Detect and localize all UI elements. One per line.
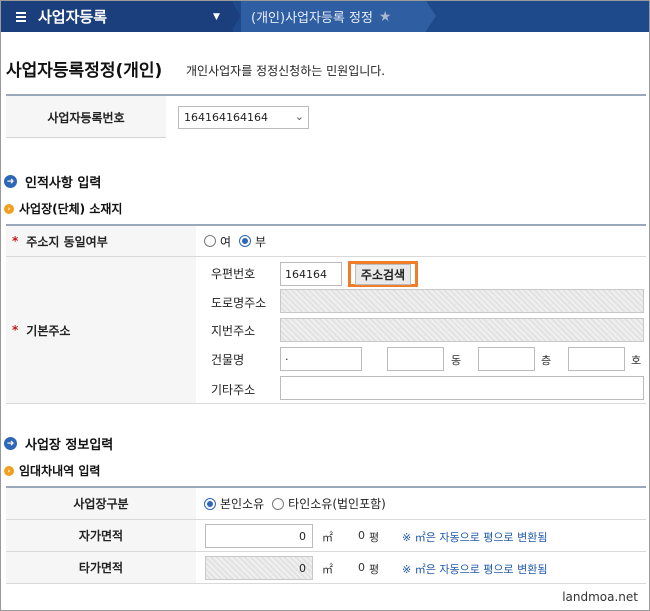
arrow-circle-icon: ➜ <box>4 175 17 188</box>
menu-dropdown[interactable]: 사업자등록 ▼ <box>1 1 233 32</box>
subsection-location-header: › 사업장(단체) 소재지 <box>4 200 122 217</box>
arrow-circle-icon: ➜ <box>4 437 17 450</box>
breadcrumb-separator <box>426 1 436 31</box>
arrow-dot-icon: › <box>4 465 14 476</box>
business-type-header: 사업장구분 <box>6 488 196 519</box>
location-table: * 주소지 동일여부 여 부 * 기본주소 우편번호 164164 주소검색 도… <box>6 224 646 404</box>
radio-label: 부 <box>255 234 267 249</box>
radio-label: 본인소유 <box>220 497 265 511</box>
lot-address-label: 지번주소 <box>211 324 256 338</box>
building-floor-input[interactable] <box>478 347 535 371</box>
watermark: landmoa.net <box>562 590 638 604</box>
page-title: 사업자등록정정(개인) <box>6 61 163 81</box>
own-area-fields: 0 ㎡ 0 평 ※ ㎡은 자동으로 평으로 변환됨 <box>196 520 646 551</box>
road-address-input <box>280 289 644 313</box>
required-asterisk: * <box>12 234 19 248</box>
same-address-row: * 주소지 동일여부 여 부 <box>6 226 646 257</box>
postal-code-input[interactable]: 164164 <box>280 262 342 286</box>
radio-own-property[interactable]: 본인소유 <box>204 495 264 512</box>
own-area-hint: ※ ㎡은 자동으로 평으로 변환됨 <box>402 531 548 544</box>
section-business-title: 사업장 정보입력 <box>25 438 114 453</box>
radio-label: 여 <box>220 234 232 249</box>
other-area-header: 타가면적 <box>6 552 196 583</box>
other-area-input: 0 <box>205 556 313 580</box>
caret-down-icon[interactable]: ▼ <box>213 12 220 22</box>
postal-code-label: 우편번호 <box>211 267 256 281</box>
business-number-select[interactable]: 164164164164 ⌄ <box>178 106 309 129</box>
own-area-m2-unit: ㎡ <box>322 531 333 544</box>
radio-label: 타인소유(법인포함) <box>288 497 386 511</box>
business-number-label: 사업자등록번호 <box>47 110 125 125</box>
radio-circle-selected[interactable] <box>204 497 216 510</box>
top-navigation-bar: 사업자등록 ▼ (개인)사업자등록 정정 ★ <box>1 1 649 32</box>
building-room-input[interactable] <box>568 347 625 371</box>
building-name-label: 건물명 <box>211 353 245 367</box>
building-dong-input[interactable] <box>387 347 444 371</box>
other-area-row: 타가면적 0 ㎡ 0 평 ※ ㎡은 자동으로 평으로 변환됨 <box>6 552 646 584</box>
own-area-pyeong-unit: 평 <box>369 531 380 544</box>
section-personal-title: 인적사항 입력 <box>25 176 102 191</box>
other-area-m2-unit: ㎡ <box>322 563 333 576</box>
base-address-fields: 우편번호 164164 주소검색 도로명주소 지번주소 건물명 · 동 층 호 … <box>196 257 646 403</box>
floor-unit: 층 <box>541 354 552 367</box>
other-area-pyeong-unit: 평 <box>369 563 380 576</box>
lot-address-input <box>280 318 644 342</box>
road-address-label: 도로명주소 <box>211 296 267 310</box>
section-business-header: ➜ 사업장 정보입력 <box>4 434 113 453</box>
building-name-input[interactable]: · <box>280 347 362 371</box>
same-address-label: 주소지 동일여부 <box>26 234 108 249</box>
base-address-header: * 기본주소 <box>6 257 196 403</box>
radio-circle[interactable] <box>272 497 285 510</box>
breadcrumb: (개인)사업자등록 정정 ★ <box>241 1 426 32</box>
subsection-lease-header: › 임대차내역 입력 <box>4 462 100 479</box>
business-type-options: 본인소유 타인소유(법인포함) <box>196 488 646 519</box>
subsection-lease-title: 임대차내역 입력 <box>19 464 101 478</box>
business-number-selected: 164164164164 <box>184 111 268 124</box>
breadcrumb-current: (개인)사업자등록 정정 <box>251 11 373 26</box>
hamburger-icon[interactable] <box>16 11 26 22</box>
business-number-row: 사업자등록번호 164164164164 ⌄ <box>6 94 646 138</box>
own-area-row: 자가면적 0 ㎡ 0 평 ※ ㎡은 자동으로 평으로 변환됨 <box>6 520 646 552</box>
address-search-button[interactable]: 주소검색 <box>348 261 418 287</box>
own-area-pyeong-value: 0 <box>358 529 365 542</box>
arrow-dot-icon: › <box>4 203 14 214</box>
same-address-options: 여 부 <box>196 226 646 256</box>
base-address-row: * 기본주소 우편번호 164164 주소검색 도로명주소 지번주소 건물명 ·… <box>6 257 646 404</box>
radio-same-yes[interactable]: 여 <box>204 233 231 250</box>
star-icon[interactable]: ★ <box>379 9 392 25</box>
dong-unit: 동 <box>451 354 462 367</box>
radio-circle-selected[interactable] <box>239 235 252 247</box>
address-search-label: 주소검색 <box>354 263 412 285</box>
page-description: 개인사업자를 정정신청하는 민원입니다. <box>186 64 386 78</box>
radio-other-property[interactable]: 타인소유(법인포함) <box>272 495 386 512</box>
own-area-header: 자가면적 <box>6 520 196 551</box>
chevron-down-icon: ⌄ <box>294 110 304 123</box>
breadcrumb-separator <box>231 1 241 31</box>
radio-circle[interactable] <box>204 235 216 247</box>
business-type-row: 사업장구분 본인소유 타인소유(법인포함) <box>6 488 646 520</box>
other-area-pyeong-value: 0 <box>358 561 365 574</box>
section-personal-header: ➜ 인적사항 입력 <box>4 172 101 191</box>
subsection-location-title: 사업장(단체) 소재지 <box>19 202 123 216</box>
required-asterisk: * <box>12 323 19 337</box>
other-address-input[interactable] <box>280 376 644 400</box>
other-area-hint: ※ ㎡은 자동으로 평으로 변환됨 <box>402 563 548 576</box>
other-area-fields: 0 ㎡ 0 평 ※ ㎡은 자동으로 평으로 변환됨 <box>196 552 646 583</box>
lease-table: 사업장구분 본인소유 타인소유(법인포함) 자가면적 0 ㎡ 0 평 ※ ㎡은 … <box>6 486 646 584</box>
own-area-input[interactable]: 0 <box>205 524 313 548</box>
business-number-cell: 164164164164 ⌄ <box>166 96 646 138</box>
same-address-header: * 주소지 동일여부 <box>6 226 196 256</box>
other-address-label: 기타주소 <box>211 383 256 397</box>
radio-same-no[interactable]: 부 <box>239 233 266 250</box>
menu-title: 사업자등록 <box>38 8 108 26</box>
base-address-label: 기본주소 <box>26 323 71 338</box>
room-unit: 호 <box>631 354 642 367</box>
